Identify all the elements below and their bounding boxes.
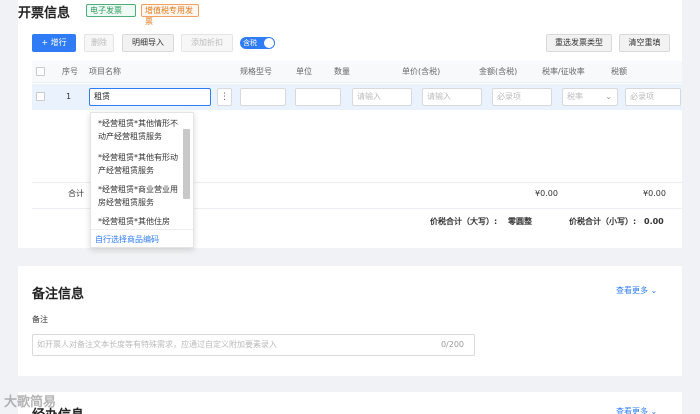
scrollbar-thumb[interactable] bbox=[183, 129, 190, 199]
remark-section-title: 备注信息 bbox=[32, 287, 85, 302]
dropdown-option[interactable]: *经营租赁*商业营业用房经营租赁服务 bbox=[98, 183, 182, 209]
col-unit-price: 单价(含税) bbox=[402, 67, 441, 76]
col-amount: 金额(含税) bbox=[479, 67, 518, 76]
agent-info-card: 经办信息 查看更多 ⌄ bbox=[18, 392, 682, 414]
unit-price-input[interactable]: 请输入 bbox=[422, 88, 482, 106]
item-suggestion-dropdown: *经营租赁*其他情形不动产经营租赁服务 *经营租赁*其他有形动产经营租赁服务 *… bbox=[90, 112, 194, 248]
amount-input[interactable]: 必录项 bbox=[492, 88, 552, 106]
col-item-name: 项目名称 bbox=[89, 67, 121, 76]
delete-button[interactable]: 删除 bbox=[84, 34, 114, 52]
table-row: 1 租赁 ⋮ 请输入 请输入 必录项 税率 ⌄ 必录项 bbox=[32, 84, 682, 110]
unit-input[interactable] bbox=[295, 88, 341, 106]
reselect-invoice-type-button[interactable]: 重选发票类型 bbox=[546, 34, 612, 52]
spec-model-input[interactable] bbox=[240, 88, 286, 106]
electronic-invoice-tag: 电子发票 bbox=[86, 4, 136, 17]
col-tax-rate: 税率/征收率 bbox=[542, 67, 585, 76]
remark-placeholder: 如开票人对备注文本长度等有特殊需求，应通过自定义附加要素录入 bbox=[37, 340, 277, 349]
add-row-button[interactable]: + 增行 bbox=[32, 34, 76, 52]
col-unit: 单位 bbox=[296, 67, 312, 76]
import-detail-button[interactable]: 明细导入 bbox=[122, 34, 174, 52]
tax-rate-placeholder: 税率 bbox=[567, 92, 583, 101]
custom-code-link[interactable]: 自行选择商品编码 bbox=[95, 234, 159, 245]
total-amount: ¥0.00 bbox=[535, 189, 558, 198]
total-label: 合计 bbox=[68, 189, 84, 198]
remark-view-more-link[interactable]: 查看更多 ⌄ bbox=[616, 285, 657, 296]
remark-textarea[interactable]: 如开票人对备注文本长度等有特殊需求，应通过自定义附加要素录入 0/200 bbox=[32, 334, 475, 356]
more-options-icon[interactable]: ⋮ bbox=[217, 88, 232, 106]
table-header: 序号 项目名称 规格型号 单位 数量 单价(含税) 金额(含税) 税率/征收率 … bbox=[32, 61, 682, 83]
vat-special-invoice-tag: 增值税专用发票 bbox=[141, 4, 199, 26]
dropdown-option[interactable]: *经营租赁*其他有形动产经营租赁服务 bbox=[98, 151, 182, 177]
col-tax: 税额 bbox=[611, 67, 627, 76]
row-checkbox[interactable] bbox=[36, 92, 45, 101]
col-quantity: 数量 bbox=[334, 67, 350, 76]
watermark: 大歌简易 bbox=[4, 395, 57, 410]
total-tax: ¥0.00 bbox=[643, 189, 666, 198]
quantity-input[interactable]: 请输入 bbox=[352, 88, 412, 106]
dropdown-scrollbar[interactable] bbox=[183, 119, 190, 229]
invoice-section-title: 开票信息 bbox=[18, 6, 71, 21]
col-index: 序号 bbox=[62, 67, 78, 76]
tax-rate-select[interactable]: 税率 ⌄ bbox=[562, 88, 618, 106]
toggle-knob bbox=[264, 38, 274, 48]
dropdown-divider bbox=[91, 229, 193, 230]
tax-included-toggle[interactable]: 含税 bbox=[240, 37, 275, 49]
clear-all-button[interactable]: 清空重填 bbox=[619, 34, 670, 52]
dropdown-option[interactable]: *经营租赁*其他情形不动产经营租赁服务 bbox=[98, 117, 182, 143]
add-discount-button[interactable]: 添加折扣 bbox=[181, 34, 233, 52]
tax-included-label: 含税 bbox=[243, 39, 257, 47]
remark-field-label: 备注 bbox=[32, 315, 48, 324]
sum-lower-value: 0.00 bbox=[644, 217, 664, 226]
remark-info-card: 备注信息 查看更多 ⌄ 备注 如开票人对备注文本长度等有特殊需求，应通过自定义附… bbox=[18, 266, 682, 376]
tax-input[interactable]: 必录项 bbox=[625, 88, 681, 106]
row-index: 1 bbox=[66, 92, 72, 101]
sum-upper-value: 零圆整 bbox=[508, 217, 532, 226]
chevron-down-icon: ⌄ bbox=[605, 92, 612, 101]
item-name-input[interactable]: 租赁 bbox=[89, 88, 211, 106]
sum-upper-label: 价税合计（大写）: bbox=[430, 217, 498, 226]
sum-lower-label: 价税合计（小写）: bbox=[569, 217, 637, 226]
remark-char-counter: 0/200 bbox=[440, 340, 464, 349]
agent-view-more-link[interactable]: 查看更多 ⌄ bbox=[616, 406, 657, 414]
select-all-checkbox[interactable] bbox=[36, 67, 45, 76]
col-spec-model: 规格型号 bbox=[240, 67, 272, 76]
dropdown-option[interactable]: *经营租赁*其他住房 bbox=[98, 215, 182, 228]
